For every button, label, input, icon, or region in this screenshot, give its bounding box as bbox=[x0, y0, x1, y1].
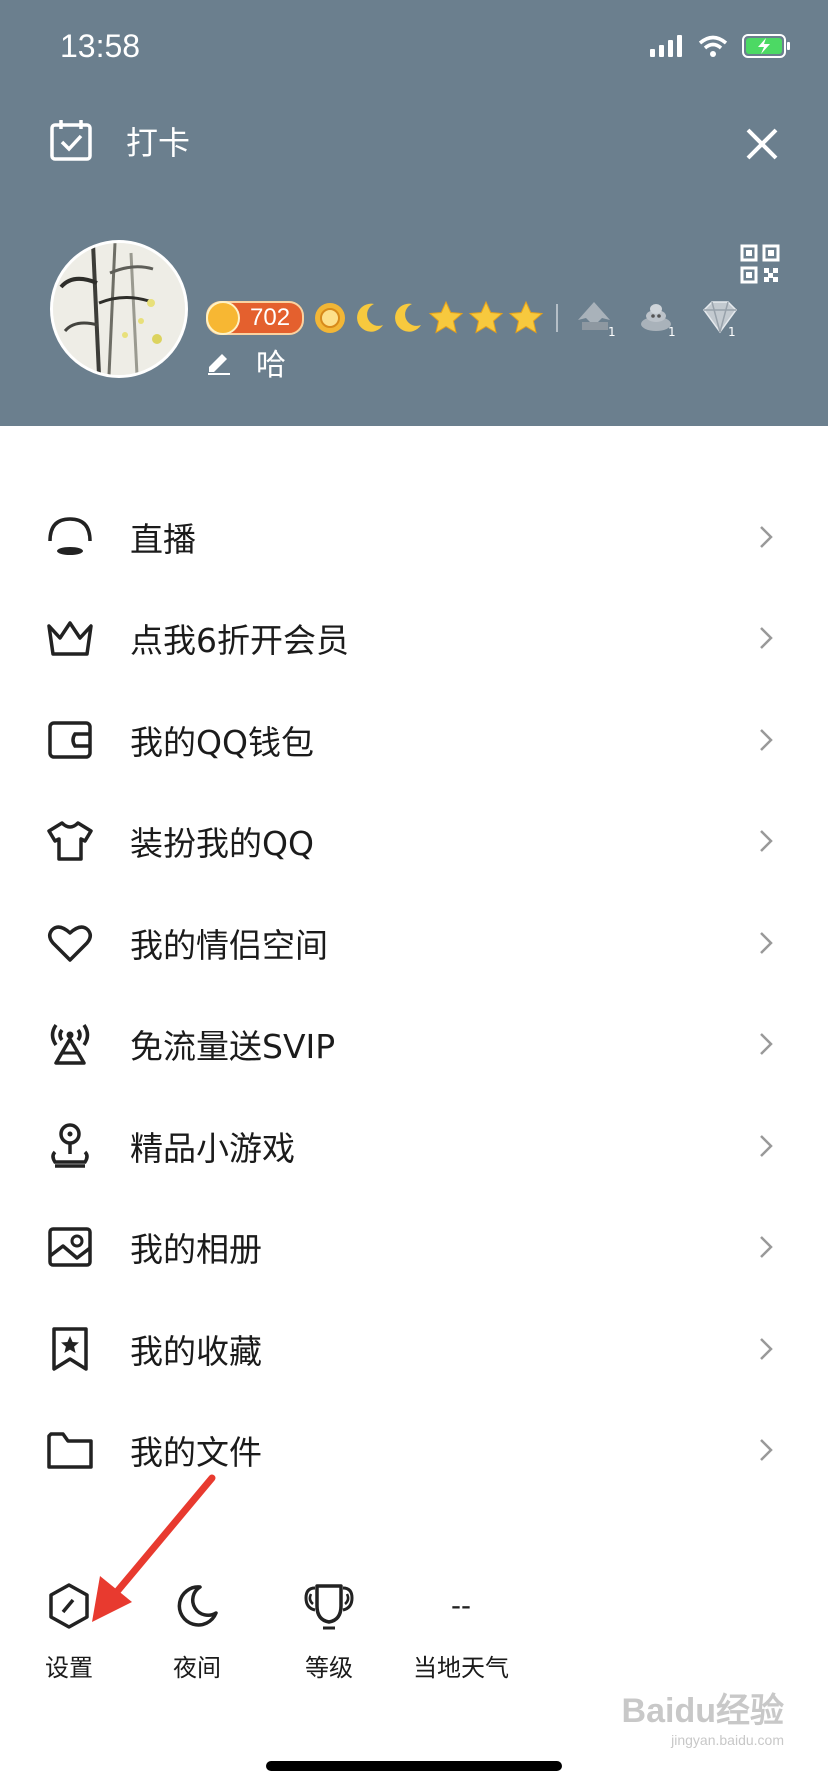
bookmark-star-icon bbox=[44, 1323, 96, 1375]
star-icon bbox=[428, 300, 464, 334]
diamond-badge-icon: 1 bbox=[703, 301, 738, 338]
poop-badge-icon: 1 bbox=[641, 304, 676, 338]
menu-item-live[interactable]: 直播 bbox=[0, 486, 828, 588]
qr-code-icon[interactable] bbox=[740, 244, 780, 284]
crown-icon bbox=[44, 612, 96, 664]
avatar[interactable] bbox=[50, 240, 188, 378]
pencil-icon bbox=[208, 354, 230, 375]
watermark-brand: Baidu经验 bbox=[621, 1692, 784, 1730]
menu-item-favorites[interactable]: 我的收藏 bbox=[0, 1298, 828, 1400]
level-icons bbox=[312, 300, 544, 336]
level-button[interactable]: 等级 bbox=[264, 1580, 394, 1683]
menu-item-dressup[interactable]: 装扮我的QQ bbox=[0, 791, 828, 893]
chevron-right-icon bbox=[760, 931, 773, 954]
menu-item-couple[interactable]: 我的情侣空间 bbox=[0, 892, 828, 994]
chevron-right-icon bbox=[760, 1033, 773, 1056]
weather-value: -- bbox=[451, 1589, 471, 1622]
chevron-right-icon bbox=[760, 1439, 773, 1462]
star-icon bbox=[468, 300, 504, 334]
live-icon bbox=[44, 511, 96, 563]
chevron-right-icon bbox=[760, 830, 773, 853]
watermark-url: jingyan.baidu.com bbox=[671, 1732, 784, 1748]
menu-item-album[interactable]: 我的相册 bbox=[0, 1197, 828, 1299]
baidu-watermark: Baidu经验 jingyan.baidu.com bbox=[622, 1683, 784, 1748]
checkin-row[interactable]: 打卡 bbox=[48, 118, 190, 164]
menu-label: 我的收藏 bbox=[130, 1331, 262, 1371]
calendar-check-icon bbox=[50, 120, 92, 161]
tshirt-icon bbox=[44, 815, 96, 867]
menu-item-svip[interactable]: 免流量送SVIP bbox=[0, 994, 828, 1096]
coin-badge: 702 bbox=[206, 301, 305, 335]
folder-icon bbox=[44, 1424, 96, 1476]
moon-icon bbox=[395, 303, 422, 332]
heart-icon bbox=[44, 917, 96, 969]
joystick-icon bbox=[44, 1120, 96, 1172]
checkin-title: 打卡 bbox=[126, 124, 191, 162]
menu-label: 我的QQ钱包 bbox=[130, 722, 314, 762]
menu-label: 我的相册 bbox=[130, 1230, 262, 1270]
menu-label: 我的文件 bbox=[130, 1433, 262, 1473]
status-icons bbox=[650, 34, 792, 58]
chevron-right-icon bbox=[760, 1337, 773, 1360]
coin-icon bbox=[206, 301, 240, 335]
menu-item-vip[interactable]: 点我6折开会员 bbox=[0, 588, 828, 690]
chevron-right-icon bbox=[760, 728, 773, 751]
cellular-signal-icon bbox=[650, 35, 682, 57]
chevron-right-icon bbox=[760, 627, 773, 650]
annotation-arrow bbox=[92, 1474, 216, 1622]
menu-label: 点我6折开会员 bbox=[130, 621, 349, 661]
status-time: 13:58 bbox=[60, 28, 141, 64]
divider bbox=[556, 304, 559, 332]
night-label: 夜间 bbox=[173, 1654, 221, 1682]
trophy-wings-icon bbox=[303, 1580, 355, 1632]
coin-value: 702 bbox=[250, 304, 291, 331]
level-row[interactable]: 702 1 1 1 bbox=[206, 298, 740, 338]
level-label: 等级 bbox=[305, 1654, 353, 1682]
menu-label: 我的情侣空间 bbox=[130, 925, 328, 965]
chevron-right-icon bbox=[760, 1134, 773, 1157]
menu-label: 装扮我的QQ bbox=[130, 824, 314, 864]
settings-label: 设置 bbox=[45, 1654, 93, 1682]
svg-text:1: 1 bbox=[608, 325, 616, 338]
crown-badge-icon: 1 bbox=[578, 302, 616, 338]
photo-icon bbox=[44, 1221, 96, 1273]
home-indicator[interactable] bbox=[266, 1761, 562, 1771]
menu-label: 精品小游戏 bbox=[130, 1128, 295, 1168]
signal-tower-icon bbox=[44, 1018, 96, 1070]
profile-header: 13:58 打卡 702 1 1 1 哈 bbox=[0, 0, 828, 426]
menu-label: 直播 bbox=[130, 519, 196, 559]
wifi-icon bbox=[698, 35, 728, 57]
menu-list: 直播 点我6折开会员 我的QQ钱包 装扮我的QQ 我的情侣空间 免流量送SVIP… bbox=[0, 486, 828, 1501]
wallet-icon bbox=[44, 714, 96, 766]
moon-icon bbox=[357, 303, 384, 332]
avatar-bamboo-image bbox=[53, 243, 185, 375]
menu-item-wallet[interactable]: 我的QQ钱包 bbox=[0, 689, 828, 791]
menu-label: 免流量送SVIP bbox=[130, 1027, 336, 1067]
weather-button[interactable]: -- 当地天气 bbox=[396, 1580, 526, 1683]
battery-charging-icon bbox=[742, 34, 790, 58]
badge-icons: 1 1 1 bbox=[574, 298, 740, 338]
menu-item-games[interactable]: 精品小游戏 bbox=[0, 1095, 828, 1197]
signature-row[interactable]: 哈 bbox=[206, 340, 286, 384]
sun-icon bbox=[315, 303, 346, 333]
star-icon bbox=[508, 300, 544, 334]
chevron-right-icon bbox=[760, 525, 773, 548]
weather-label: 当地天气 bbox=[413, 1654, 509, 1682]
close-icon[interactable] bbox=[742, 124, 782, 164]
svg-text:1: 1 bbox=[728, 325, 736, 338]
signature-text: 哈 bbox=[256, 348, 286, 383]
chevron-right-icon bbox=[760, 1236, 773, 1259]
svg-text:1: 1 bbox=[668, 325, 676, 338]
